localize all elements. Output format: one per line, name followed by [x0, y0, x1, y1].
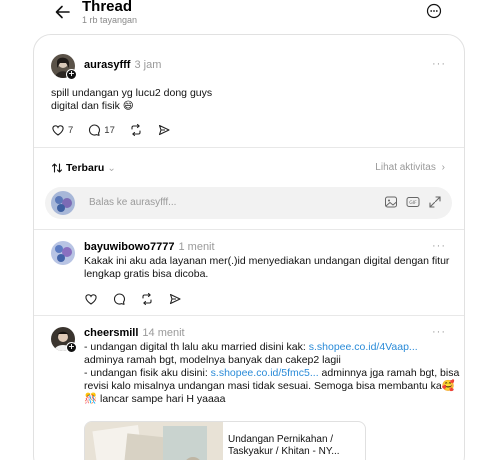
heart-icon [52, 125, 64, 136]
send-icon [158, 124, 170, 136]
comment-text: adminya ramah bgt, modelnya banyak dan c… [84, 354, 341, 366]
reply-input[interactable]: Balas ke aurasyfff... GIF [45, 187, 452, 219]
reply-button[interactable]: 17 [87, 123, 115, 137]
image-icon[interactable] [384, 195, 398, 209]
like-button[interactable] [84, 292, 98, 306]
post-time: 3 jam [134, 59, 162, 71]
more-options-icon[interactable] [426, 3, 442, 19]
avatar[interactable] [51, 241, 75, 265]
follow-plus-icon[interactable]: + [66, 69, 77, 80]
comment-text: - undangan digital th lalu aku married d… [84, 341, 418, 354]
comment-more-icon[interactable]: ··· [432, 326, 446, 338]
post-username[interactable]: aurasyfff 3 jam [84, 59, 161, 71]
gif-icon[interactable]: GIF [406, 195, 420, 209]
comment-username[interactable]: bayuwibowo7777 1 menit [84, 241, 215, 253]
comment-username[interactable]: cheersmill 14 menit [84, 327, 185, 339]
comment-time: 1 menit [178, 241, 215, 253]
divider [34, 315, 464, 316]
post-more-icon[interactable]: ··· [432, 58, 446, 70]
heart-icon [85, 294, 97, 305]
comment-actions [84, 292, 196, 306]
like-count: 7 [68, 124, 74, 136]
thread-card: + aurasyfff 3 jam ··· spill undangan yg l… [33, 34, 465, 460]
reply-tools: GIF [384, 195, 442, 209]
repost-button[interactable] [129, 123, 143, 137]
follow-plus-icon[interactable]: + [66, 342, 77, 353]
page-title: Thread [82, 0, 133, 15]
reply-placeholder: Balas ke aurasyfff... [89, 197, 177, 208]
chevron-down-icon: ⌄ [107, 162, 116, 174]
shopee-link[interactable]: s.shopee.co.id/4Vaap... [309, 341, 418, 353]
link-preview-card[interactable]: Undangan Pernikahan / Taskyakur / Khitan… [84, 421, 366, 460]
post-text-line2: digital dan fisik 😄 [51, 100, 134, 112]
link-preview-title: Undangan Pernikahan / Taskyakur / Khitan… [228, 434, 340, 457]
sort-dropdown[interactable]: Terbaru ⌄ [51, 162, 116, 174]
comment-text: lengkap gratis bisa dicoba. [84, 268, 209, 280]
comment-icon [114, 293, 126, 305]
text-segment: - undangan fisik aku disini: [84, 367, 211, 379]
username-text[interactable]: bayuwibowo7777 [84, 241, 174, 253]
comment-text: - undangan fisik aku disini: s.shopee.co… [84, 367, 459, 380]
view-count: 1 rb tayangan [82, 15, 138, 25]
comment-more-icon[interactable]: ··· [432, 240, 446, 252]
activity-label: Lihat aktivitas [375, 162, 436, 173]
reply-count: 17 [104, 124, 115, 136]
comment-icon [89, 124, 101, 136]
shopee-link[interactable]: s.shopee.co.id/5fmc5... [211, 367, 319, 379]
post-actions: 7 17 [51, 123, 185, 137]
my-avatar [51, 191, 75, 215]
comment-text: Kakak ini aku ada layanan mer(.)id menye… [84, 255, 450, 267]
svg-text:GIF: GIF [409, 200, 417, 206]
expand-icon[interactable] [428, 195, 442, 209]
comment-text: 🎊 lancar sampe hari H yaaaa [84, 393, 226, 405]
username-text[interactable]: aurasyfff [84, 59, 130, 71]
link-preview-image [85, 422, 223, 460]
divider [34, 229, 464, 230]
text-segment: adminnya jga ramah bgt, bisa [318, 367, 460, 379]
sort-icon [51, 163, 63, 173]
activity-link[interactable]: Lihat aktivitas › [375, 162, 445, 173]
share-button[interactable] [168, 292, 182, 306]
top-bar: Thread 1 rb tayangan [0, 0, 500, 34]
comment-text: revisi kalo misalnya undangan masi tidak… [84, 380, 455, 392]
divider [34, 147, 464, 148]
text-segment: - undangan digital th lalu aku married d… [84, 341, 309, 353]
reply-button[interactable] [112, 292, 126, 306]
comment-time: 14 menit [142, 327, 185, 339]
chevron-right-icon: › [441, 162, 445, 173]
back-arrow-icon[interactable] [52, 1, 74, 23]
share-button[interactable] [157, 123, 171, 137]
repost-icon [131, 123, 141, 137]
repost-icon [142, 292, 152, 306]
send-icon [169, 293, 181, 305]
post-text-line1: spill undangan yg lucu2 dong guys [51, 87, 213, 99]
sort-label: Terbaru [66, 162, 105, 174]
like-button[interactable]: 7 [51, 123, 73, 137]
username-text[interactable]: cheersmill [84, 327, 138, 339]
repost-button[interactable] [140, 292, 154, 306]
